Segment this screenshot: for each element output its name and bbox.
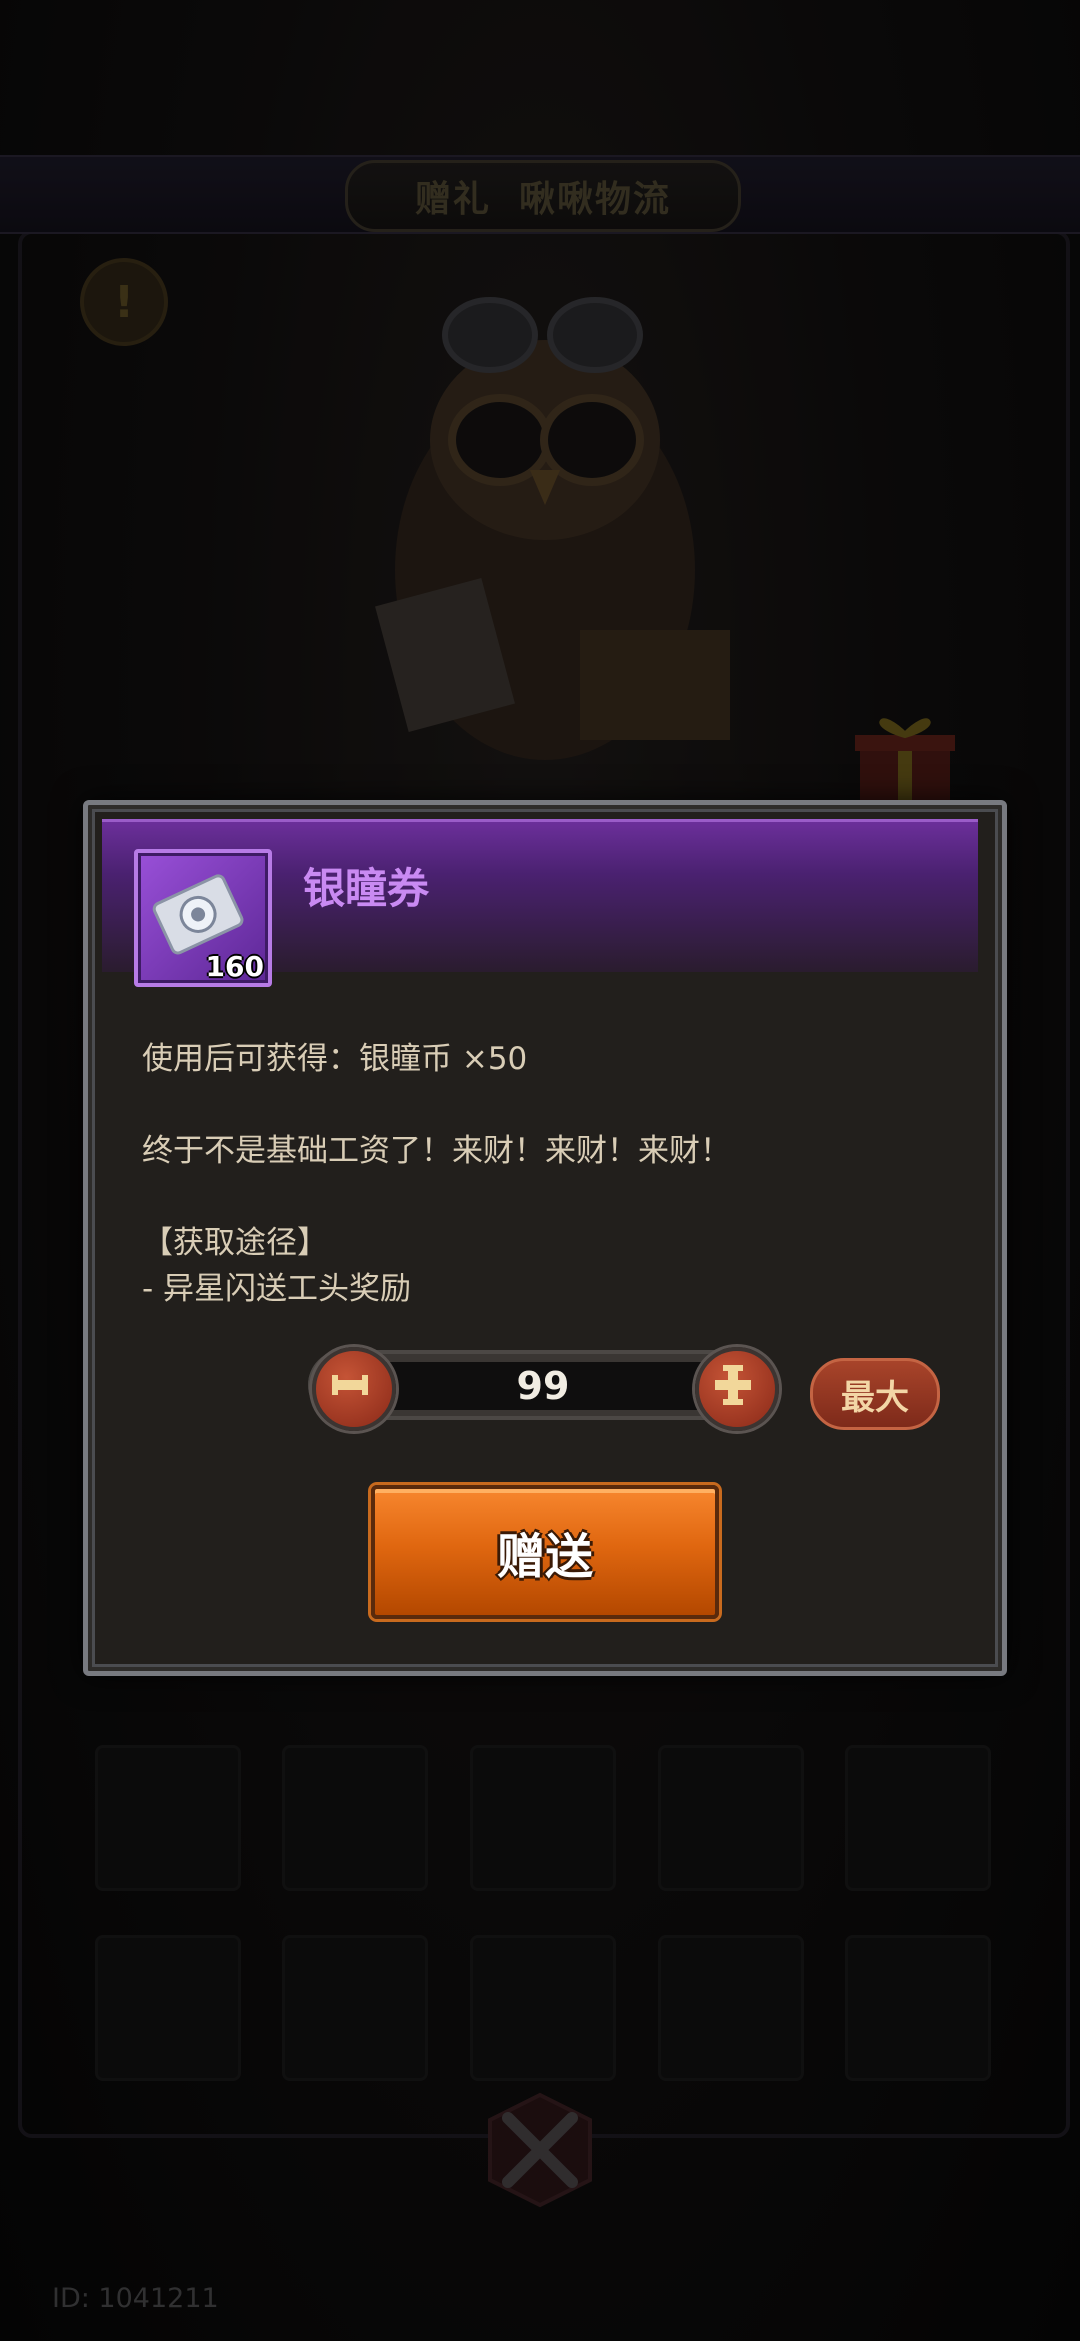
- source-item: - 异星闪送工头奖励: [142, 1271, 412, 1307]
- decrease-button[interactable]: [312, 1347, 396, 1431]
- item-effect-text: 使用后可获得：银瞳币 ×50: [142, 1041, 528, 1077]
- quantity-input[interactable]: 99: [358, 1362, 728, 1410]
- item-detail-dialog: 160 银瞳券 使用后可获得：银瞳币 ×50 终于不是基础工资了！来财！来财！来…: [83, 800, 1007, 1676]
- source-title: 【获取途径】: [142, 1225, 328, 1261]
- item-name: 银瞳券: [303, 864, 430, 913]
- item-flavor-text: 终于不是基础工资了！来财！来财！来财！: [142, 1133, 731, 1169]
- plus-icon: [715, 1365, 751, 1405]
- item-count: 160: [205, 950, 264, 983]
- minus-icon: [332, 1375, 368, 1395]
- item-icon: 160: [134, 849, 272, 987]
- max-quantity-button[interactable]: 最大: [810, 1358, 940, 1430]
- game-screen: 赠礼 啾啾物流 ! ID: 1041211 160 银瞳券 使用后可获得：银瞳币…: [0, 0, 1080, 2341]
- increase-button[interactable]: [695, 1347, 779, 1431]
- send-gift-button[interactable]: 赠送: [371, 1485, 719, 1619]
